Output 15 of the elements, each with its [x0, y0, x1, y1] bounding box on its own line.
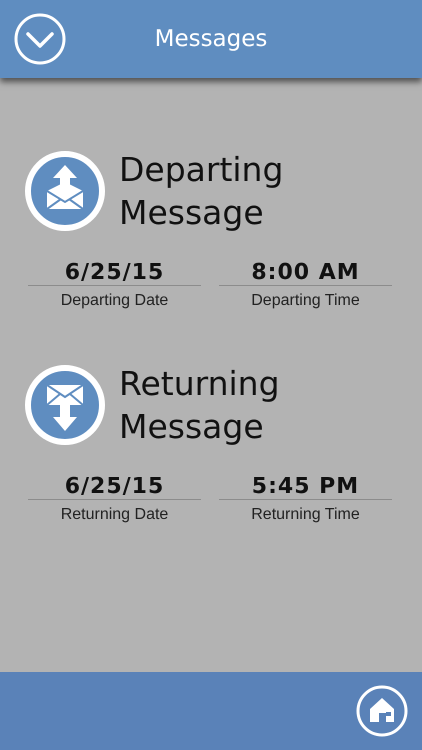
section-title: Message [119, 192, 265, 234]
field-label: Returning Date [60, 506, 170, 524]
field-label: Departing Time [250, 292, 361, 310]
section-title: Message [119, 406, 265, 448]
chevron-down-icon[interactable] [14, 13, 66, 65]
value-field[interactable]: 6/25/15 [28, 474, 201, 500]
value-field[interactable]: 8:00 AM [219, 260, 392, 286]
section-title: Departing [119, 149, 284, 191]
value-field[interactable]: 5:45 PM [219, 474, 392, 500]
field-label: Departing Date [60, 292, 170, 310]
home-icon[interactable] [356, 685, 408, 737]
value-field[interactable]: 6/25/15 [28, 260, 201, 286]
section-title: Returning [119, 363, 280, 405]
screen-title: Messages [154, 26, 268, 52]
field-label: Returning Time [250, 506, 361, 524]
